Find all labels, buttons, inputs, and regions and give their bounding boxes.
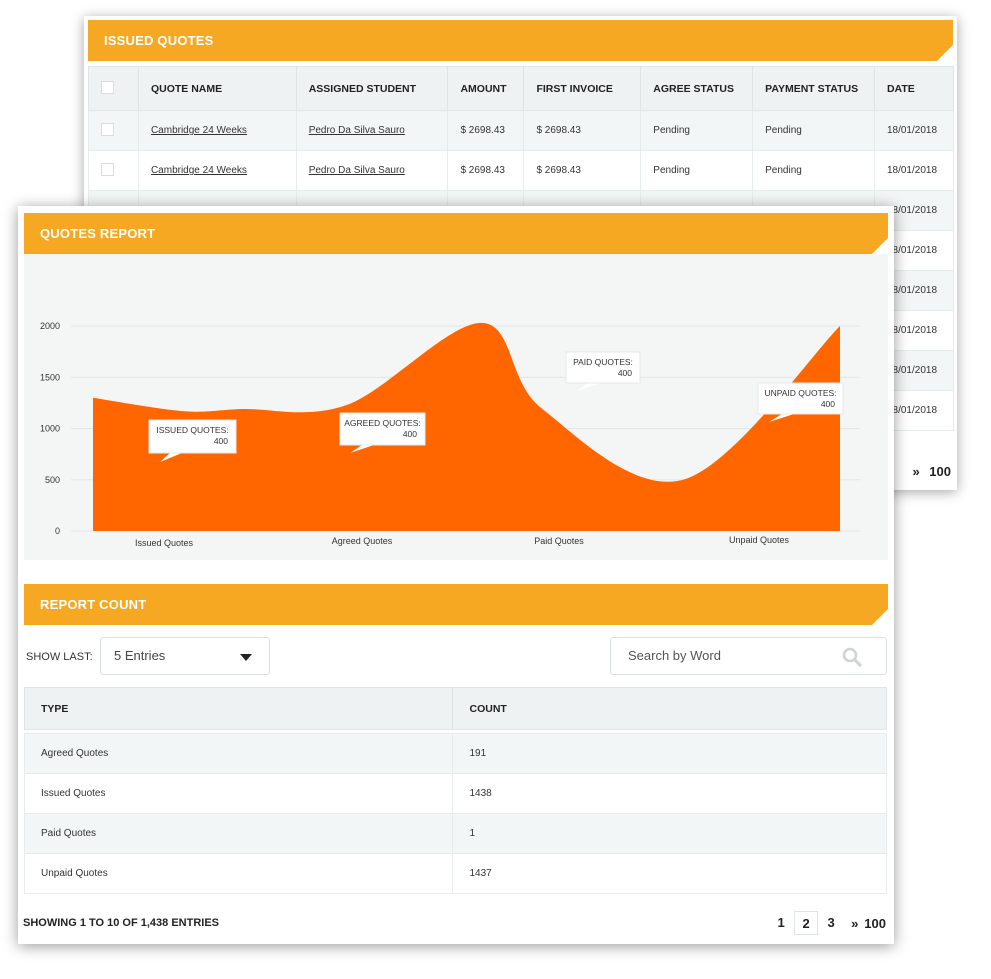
table-row[interactable]: Cambridge 24 Weeks Pedro Da Silva Sauro …: [88, 150, 955, 191]
agree-status-cell: Pending: [640, 150, 754, 191]
quotes-report-panel: QUOTES REPORT 0 500 1000 1500 2000 Issued Quo…: [18, 206, 894, 944]
y-tick-label: 2000: [40, 321, 60, 331]
tooltip-value: 400: [214, 436, 228, 446]
tooltip-value: 400: [618, 368, 632, 378]
search-icon[interactable]: [842, 647, 862, 667]
tooltip-value: 400: [821, 399, 835, 409]
table-row[interactable]: Agreed Quotes 191: [23, 733, 887, 774]
col-date[interactable]: DATE: [873, 66, 955, 111]
amount-cell: $ 2698.43: [447, 110, 525, 151]
last-page-link[interactable]: 100: [864, 916, 886, 931]
last-page-link[interactable]: 100: [929, 464, 951, 479]
quote-name-cell: Cambridge 24 Weeks: [137, 110, 297, 151]
table-row[interactable]: Paid Quotes 1: [23, 813, 887, 854]
report-controls: SHOW LAST: 5 Entries Search by Word: [26, 637, 887, 677]
col-quote-name[interactable]: QUOTE NAME: [137, 66, 297, 111]
search-input[interactable]: Search by Word: [610, 637, 887, 675]
col-first-invoice[interactable]: FIRST INVOICE: [523, 66, 642, 111]
report-count-title: REPORT COUNT: [24, 584, 888, 625]
entries-info: SHOWING 1 TO 10 OF 1,438 ENTRIES: [23, 917, 220, 929]
tooltip-label: PAID QUOTES:: [573, 357, 633, 367]
count-cell: 1438: [452, 773, 887, 814]
entries-select[interactable]: 5 Entries: [100, 637, 270, 675]
tooltip-label: UNPAID QUOTES:: [764, 388, 836, 398]
quotes-area-chart: 0 500 1000 1500 2000 Issued Quotes Agreed Quot…: [40, 321, 860, 548]
type-cell: Agreed Quotes: [23, 733, 454, 774]
quotes-chart: 0 500 1000 1500 2000 Issued Quotes Agreed Quot…: [24, 254, 888, 560]
payment-status-cell: Pending: [752, 110, 875, 151]
entries-select-value: 5 Entries: [114, 648, 166, 663]
y-tick-label: 500: [45, 475, 60, 485]
tooltip-label: AGREED QUOTES:: [344, 418, 421, 428]
tooltip-value: 400: [403, 429, 417, 439]
col-agree-status[interactable]: AGREE STATUS: [640, 66, 754, 111]
report-count-table: TYPE COUNT Agreed Quotes 191 Issued Quot…: [23, 687, 887, 894]
count-cell: 1: [452, 813, 887, 854]
table-row[interactable]: Issued Quotes 1438: [23, 773, 887, 814]
page-link[interactable]: 1: [769, 911, 793, 935]
issued-quotes-pager: » 100: [906, 464, 951, 479]
col-assigned-student[interactable]: ASSIGNED STUDENT: [295, 66, 449, 111]
quote-name-link[interactable]: Cambridge 24 Weeks: [151, 165, 247, 176]
table-row[interactable]: Unpaid Quotes 1437: [23, 853, 887, 894]
col-type[interactable]: TYPE: [23, 687, 454, 730]
x-category-label: Agreed Quotes: [332, 536, 393, 546]
type-cell: Issued Quotes: [23, 773, 454, 814]
first-invoice-cell: $ 2698.43: [523, 150, 642, 191]
y-tick-label: 0: [55, 526, 60, 536]
count-cell: 1437: [452, 853, 887, 894]
issued-quotes-title: ISSUED QUOTES: [88, 20, 953, 61]
student-cell: Pedro Da Silva Sauro: [295, 110, 449, 151]
page-link[interactable]: 3: [819, 911, 843, 935]
x-category-label: Paid Quotes: [534, 536, 584, 546]
agree-status-cell: Pending: [640, 110, 754, 151]
x-category-label: Issued Quotes: [135, 538, 194, 548]
row-checkbox[interactable]: [101, 162, 114, 176]
quote-name-cell: Cambridge 24 Weeks: [137, 150, 297, 191]
chevron-down-icon: [240, 654, 252, 661]
issued-quotes-header-row: QUOTE NAME ASSIGNED STUDENT AMOUNT FIRST…: [88, 66, 955, 111]
date-cell: 18/01/2018: [873, 110, 955, 151]
quotes-report-title: QUOTES REPORT: [24, 213, 888, 254]
y-tick-label: 1000: [40, 424, 60, 434]
fast-forward-icon[interactable]: »: [912, 464, 919, 479]
show-last-label: SHOW LAST:: [26, 651, 93, 663]
col-payment-status[interactable]: PAYMENT STATUS: [752, 66, 875, 111]
table-row[interactable]: Cambridge 24 Weeks Pedro Da Silva Sauro …: [88, 110, 955, 151]
type-cell: Paid Quotes: [23, 813, 454, 854]
report-count-header-row: TYPE COUNT: [23, 687, 887, 730]
col-amount[interactable]: AMOUNT: [447, 66, 525, 111]
count-cell: 191: [452, 733, 887, 774]
page-link-active[interactable]: 2: [794, 911, 819, 935]
x-category-label: Unpaid Quotes: [729, 535, 790, 545]
tooltip-tail: [577, 383, 600, 391]
amount-cell: $ 2698.43: [447, 150, 525, 191]
tooltip-label: ISSUED QUOTES:: [156, 425, 228, 435]
fast-forward-icon[interactable]: »: [851, 916, 858, 931]
row-checkbox-cell[interactable]: [88, 110, 139, 151]
search-placeholder: Search by Word: [628, 648, 721, 663]
y-tick-label: 1500: [40, 372, 60, 382]
select-all-checkbox-cell[interactable]: [88, 66, 139, 111]
student-cell: Pedro Da Silva Sauro: [295, 150, 449, 191]
quote-name-link[interactable]: Cambridge 24 Weeks: [151, 125, 247, 136]
select-all-checkbox[interactable]: [101, 80, 114, 94]
student-link[interactable]: Pedro Da Silva Sauro: [309, 165, 405, 176]
type-cell: Unpaid Quotes: [23, 853, 454, 894]
row-checkbox[interactable]: [101, 122, 114, 136]
pagination: 1 2 3 » 100: [768, 911, 886, 935]
payment-status-cell: Pending: [752, 150, 875, 191]
col-count[interactable]: COUNT: [452, 687, 887, 730]
first-invoice-cell: $ 2698.43: [523, 110, 642, 151]
row-checkbox-cell[interactable]: [88, 150, 139, 191]
date-cell: 18/01/2018: [873, 150, 955, 191]
student-link[interactable]: Pedro Da Silva Sauro: [309, 125, 405, 136]
